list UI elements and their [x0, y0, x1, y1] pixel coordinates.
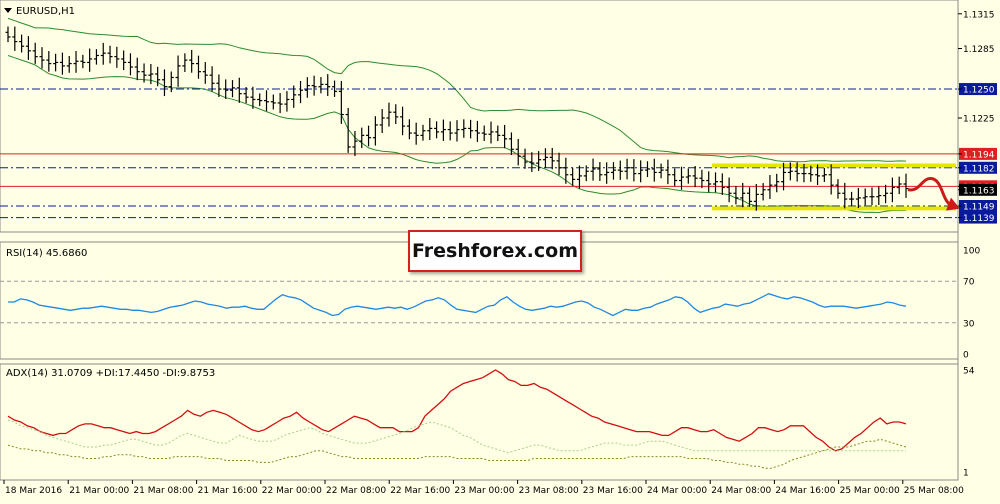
rsi-tick-label: 0	[963, 351, 969, 361]
price-label: 1.1285	[963, 45, 995, 55]
time-label: 21 Mar 00:00	[69, 486, 129, 496]
price-label: 1.1250	[963, 86, 995, 96]
time-label: 21 Mar 08:00	[133, 486, 193, 496]
price-label: 1.1163	[963, 186, 995, 196]
time-label: 22 Mar 00:00	[262, 486, 322, 496]
rsi-tick-label: 30	[963, 319, 975, 329]
time-label: 23 Mar 08:00	[519, 486, 579, 496]
price-label: 1.1182	[963, 164, 995, 174]
symbol-title-text: EURUSD,H1	[16, 6, 75, 17]
adx-title: ADX(14) 31.0709 +DI:17.4450 -DI:9.8753	[6, 368, 215, 379]
time-label: 23 Mar 00:00	[454, 486, 514, 496]
time-label: 24 Mar 16:00	[775, 486, 835, 496]
price-label: 1.1225	[963, 115, 995, 125]
time-label: 18 Mar 2016	[5, 486, 62, 496]
price-label: 1.1194	[963, 150, 995, 160]
trading-chart-window: 1.1315 1.1285 1.1250 1.1225 1.1194 1.1182 1.11…	[0, 0, 1000, 500]
rsi-tick-label: 100	[963, 247, 980, 257]
time-label: 24 Mar 00:00	[647, 486, 707, 496]
time-label: 23 Mar 16:00	[583, 486, 643, 496]
time-label: 22 Mar 16:00	[390, 486, 450, 496]
time-label: 24 Mar 08:00	[711, 486, 771, 496]
adx-tick-label: 1	[963, 469, 969, 479]
price-label: 1.1139	[963, 214, 995, 224]
time-label: 21 Mar 16:00	[198, 486, 258, 496]
rsi-title: RSI(14) 45.6860	[6, 248, 87, 259]
time-label: 25 Mar 08:00	[904, 486, 964, 496]
price-label: 1.1315	[963, 10, 995, 20]
time-label: 22 Mar 08:00	[326, 486, 386, 496]
rsi-tick-label: 70	[963, 278, 975, 288]
adx-tick-label: 54	[963, 367, 975, 377]
freshforex-watermark: Freshforex.com	[408, 230, 582, 272]
price-label: 1.1149	[963, 203, 995, 213]
time-label: 25 Mar 00:00	[840, 486, 900, 496]
